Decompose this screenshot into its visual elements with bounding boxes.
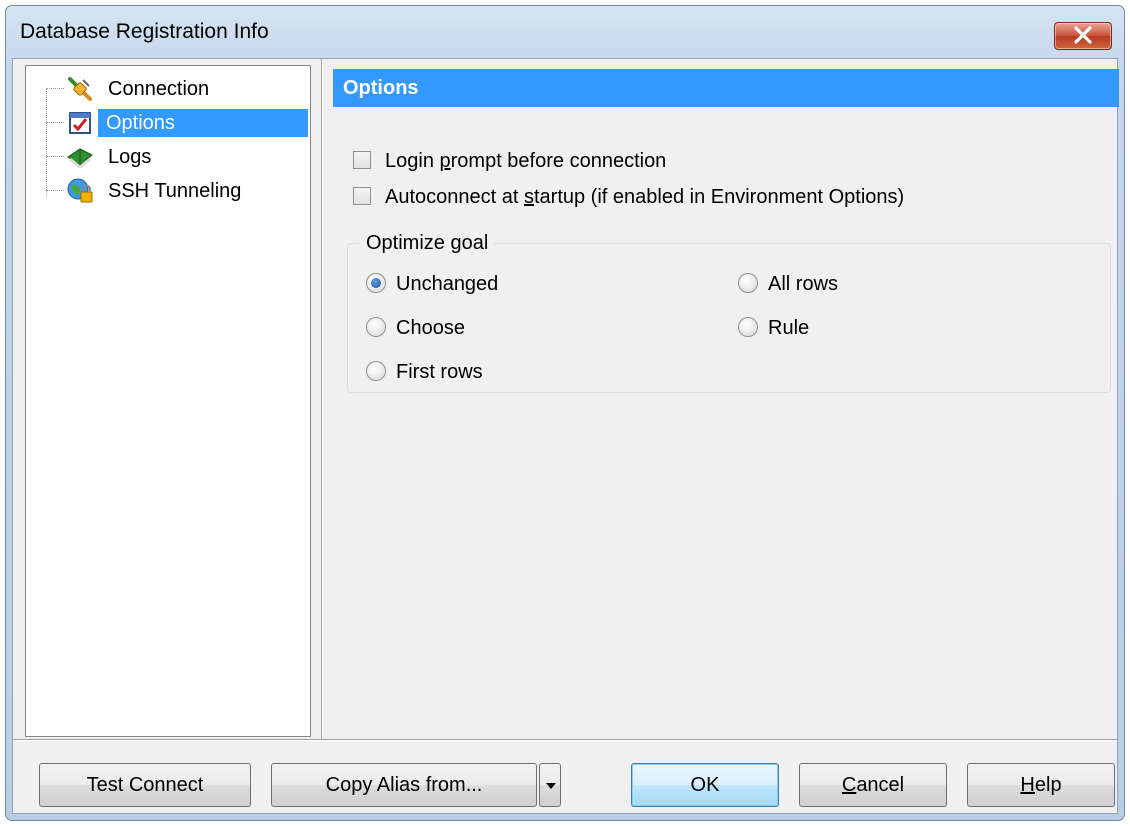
radio-button[interactable] (366, 317, 386, 337)
tree-item-connection[interactable]: Connection (46, 72, 308, 106)
radio-button[interactable] (738, 273, 758, 293)
radio-button[interactable] (366, 361, 386, 381)
footer-separator (13, 739, 1117, 740)
ok-button[interactable]: OK (631, 763, 779, 807)
radio-button[interactable] (366, 273, 386, 293)
window-title: Database Registration Info (20, 20, 269, 43)
login-prompt-checkbox[interactable] (353, 151, 371, 169)
copy-alias-dropdown-button[interactable] (539, 763, 561, 807)
logs-book-icon (67, 148, 93, 169)
cancel-button[interactable]: Cancel (799, 763, 947, 807)
title-bar[interactable]: Database Registration Info (6, 6, 1124, 58)
radio-label: Rule (768, 317, 810, 339)
close-icon (1074, 26, 1092, 44)
options-checklist-icon (69, 112, 91, 134)
connection-plug-icon (68, 77, 92, 101)
radio-label: First rows (396, 361, 483, 383)
checkbox-label: Autoconnect at startup (if enabled in En… (385, 186, 905, 208)
tree-item-options[interactable]: Options (46, 106, 308, 140)
ssh-globe-lock-icon (67, 178, 93, 203)
copy-alias-button[interactable]: Copy Alias from... (271, 763, 537, 807)
dialog-client-area: Connection Options Logs SSH Tunneling Op… (12, 58, 1119, 814)
close-button[interactable] (1054, 22, 1112, 50)
autoconnect-checkbox[interactable] (353, 187, 371, 205)
tree-item-ssh-tunneling[interactable]: SSH Tunneling (46, 174, 308, 208)
checkbox-label: Login prompt before connection (385, 150, 667, 172)
test-connect-button[interactable]: Test Connect (39, 763, 251, 807)
section-header: Options (333, 69, 1119, 107)
pane-splitter[interactable] (321, 59, 322, 739)
tree-item-logs[interactable]: Logs (46, 140, 308, 174)
chevron-down-icon (546, 783, 556, 789)
radio-label: Choose (396, 317, 465, 339)
optimize-goal-group: Optimize goal Unchanged All rows Choose … (347, 230, 1111, 393)
tree-item-label: Logs (108, 146, 152, 168)
tree-item-label: Options (98, 109, 308, 137)
radio-button[interactable] (738, 317, 758, 337)
navigation-tree: Connection Options Logs SSH Tunneling (25, 65, 311, 737)
tree-item-label: SSH Tunneling (108, 180, 242, 202)
group-title: Optimize goal (360, 230, 495, 256)
radio-label: Unchanged (396, 273, 499, 295)
help-button[interactable]: Help (967, 763, 1115, 807)
tree-item-label: Connection (108, 78, 210, 100)
radio-label: All rows (768, 273, 839, 295)
dialog-window: Database Registration Info Connection Op… (5, 5, 1125, 821)
